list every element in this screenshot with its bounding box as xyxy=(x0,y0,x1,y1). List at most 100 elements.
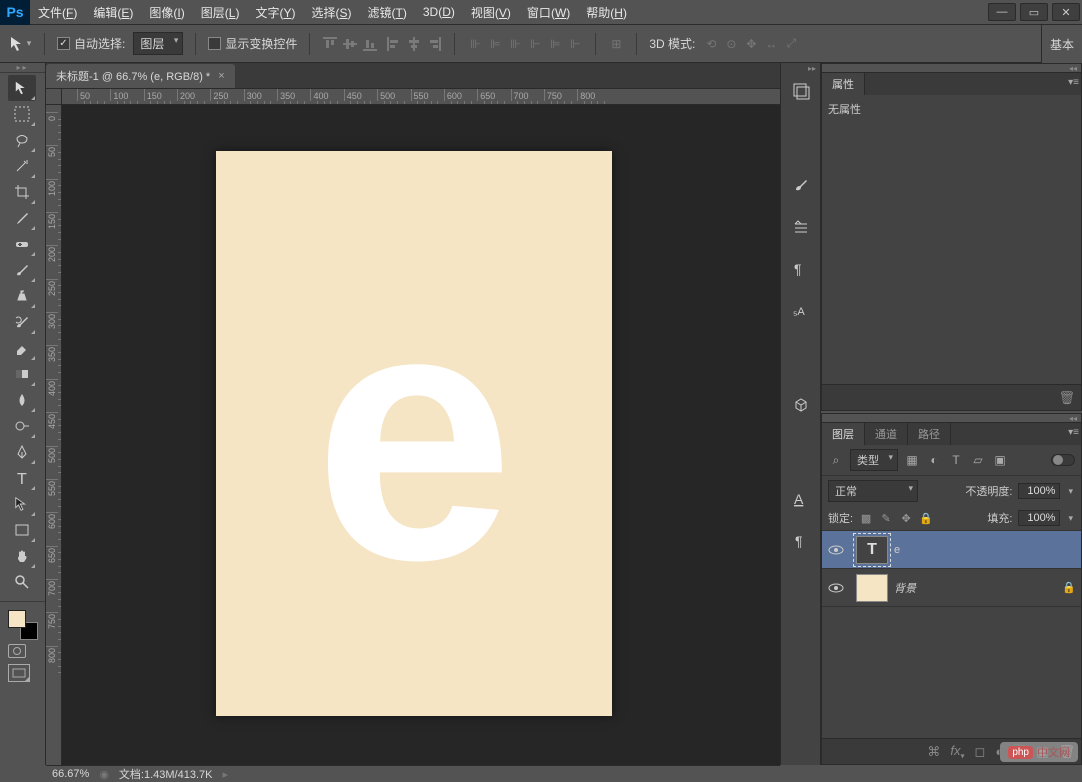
lock-transparent-icon[interactable]: ▩ xyxy=(859,512,873,525)
fill-dropdown-icon[interactable]: ▾ xyxy=(1066,511,1075,526)
layer-mask-icon[interactable]: ◻ xyxy=(975,744,986,760)
ruler-vertical[interactable]: 0501001502002503003504004505005506006507… xyxy=(46,105,62,765)
eyedropper-tool[interactable] xyxy=(8,205,36,231)
lock-pixels-icon[interactable]: ✎ xyxy=(879,512,893,525)
menu-window[interactable]: 窗口(W) xyxy=(519,0,578,25)
history-panel-icon[interactable] xyxy=(790,81,812,101)
filter-shape-icon[interactable]: ▱ xyxy=(970,452,986,468)
status-flyout-icon[interactable]: ▸ xyxy=(222,768,228,781)
toolbox-collapse-handle[interactable]: ▸▸ xyxy=(0,63,45,73)
brush-presets-panel-icon[interactable] xyxy=(790,217,812,237)
opacity-dropdown-icon[interactable]: ▾ xyxy=(1066,484,1075,499)
filter-toggle[interactable] xyxy=(1051,454,1075,466)
crop-tool[interactable] xyxy=(8,179,36,205)
status-icon[interactable]: ◉ xyxy=(99,768,109,781)
ruler-horizontal[interactable]: 5010015020025030035040045050055060065070… xyxy=(62,89,780,105)
3d-panel-icon[interactable] xyxy=(790,395,812,415)
auto-select-mode-dropdown[interactable]: 图层 xyxy=(133,32,183,55)
filter-adjustment-icon[interactable]: ◐ xyxy=(926,452,942,468)
menu-edit[interactable]: 编辑(E) xyxy=(85,0,141,25)
svg-text:A: A xyxy=(794,491,804,507)
screen-mode-toggle[interactable] xyxy=(8,664,30,682)
filter-search-icon[interactable]: ⌕ xyxy=(828,452,844,468)
minimize-button[interactable]: — xyxy=(988,3,1016,21)
layers-tab[interactable]: 图层 xyxy=(822,422,865,445)
filter-type-dropdown[interactable]: 类型 xyxy=(850,449,898,471)
filter-type-icon[interactable]: T xyxy=(948,452,964,468)
auto-select-checkbox[interactable]: 自动选择: xyxy=(57,35,125,52)
properties-menu-icon[interactable]: ▾≡ xyxy=(1068,77,1079,88)
color-swatches[interactable] xyxy=(8,610,38,640)
menu-help[interactable]: 帮助(H) xyxy=(578,0,635,25)
dodge-tool[interactable] xyxy=(8,413,36,439)
text-object-e[interactable]: e xyxy=(314,254,514,614)
blur-tool[interactable] xyxy=(8,387,36,413)
menu-filter[interactable]: 滤镜(T) xyxy=(360,0,415,25)
maximize-button[interactable]: ▭ xyxy=(1020,3,1048,21)
strip-collapse-handle[interactable]: ▸▸ xyxy=(781,63,820,73)
visibility-toggle[interactable] xyxy=(822,583,850,593)
zoom-level[interactable]: 66.67% xyxy=(52,768,89,780)
paragraph-panel-icon-2[interactable]: ¶ xyxy=(790,531,812,551)
type-tool[interactable]: T xyxy=(8,465,36,491)
zoom-tool[interactable] xyxy=(8,569,36,595)
pen-tool[interactable] xyxy=(8,439,36,465)
rectangle-tool[interactable] xyxy=(8,517,36,543)
lasso-tool[interactable] xyxy=(8,127,36,153)
brush-tool[interactable] xyxy=(8,257,36,283)
hand-tool[interactable] xyxy=(8,543,36,569)
close-tab-icon[interactable]: × xyxy=(218,70,224,82)
filter-pixel-icon[interactable]: ▦ xyxy=(904,452,920,468)
menu-file[interactable]: 文件(F) xyxy=(30,0,85,25)
magic-wand-tool[interactable] xyxy=(8,153,36,179)
menu-type[interactable]: 文字(Y) xyxy=(247,0,303,25)
link-layers-icon[interactable]: ⌘ xyxy=(927,744,940,760)
blend-opacity-row: 正常 不透明度: 100% ▾ xyxy=(822,476,1081,506)
delete-icon[interactable]: 🗑 xyxy=(1058,390,1075,406)
close-button[interactable]: ✕ xyxy=(1052,3,1080,21)
move-tool[interactable] xyxy=(8,75,36,101)
opacity-field[interactable]: 100% xyxy=(1018,483,1060,499)
lock-position-icon[interactable]: ✥ xyxy=(899,512,913,525)
layers-menu-icon[interactable]: ▾≡ xyxy=(1068,427,1079,438)
show-transform-checkbox[interactable]: 显示变换控件 xyxy=(208,35,297,52)
marquee-tool[interactable] xyxy=(8,101,36,127)
menu-3d[interactable]: 3D(D) xyxy=(415,1,463,23)
history-brush-tool[interactable] xyxy=(8,309,36,335)
canvas-area[interactable]: 5010015020025030035040045050055060065070… xyxy=(46,89,780,765)
artboard[interactable]: e xyxy=(216,151,612,716)
quickmask-toggle[interactable] xyxy=(8,644,26,658)
character-styles-icon[interactable]: ₅A xyxy=(790,301,812,321)
menu-view[interactable]: 视图(V) xyxy=(463,0,519,25)
layer-name[interactable]: e xyxy=(894,544,1081,556)
fill-field[interactable]: 100% xyxy=(1018,510,1060,526)
blend-mode-dropdown[interactable]: 正常 xyxy=(828,480,918,502)
document-tab[interactable]: 未标题-1 @ 66.7% (e, RGB/8) * × xyxy=(46,64,235,88)
filter-smartobj-icon[interactable]: ▣ xyxy=(992,452,1008,468)
workspace-switcher[interactable]: 基本 xyxy=(1041,25,1082,63)
paths-tab[interactable]: 路径 xyxy=(908,422,951,445)
clone-stamp-tool[interactable] xyxy=(8,283,36,309)
menu-image[interactable]: 图像(I) xyxy=(141,0,192,25)
ruler-origin[interactable] xyxy=(46,89,62,105)
layer-style-icon[interactable]: fx▾ xyxy=(950,743,964,761)
brush-panel-icon[interactable] xyxy=(790,175,812,195)
properties-tab[interactable]: 属性 xyxy=(822,72,865,95)
path-selection-tool[interactable] xyxy=(8,491,36,517)
layer-item-text[interactable]: T e xyxy=(822,531,1081,569)
layer-name[interactable]: 背景 xyxy=(894,580,1057,596)
menu-layer[interactable]: 图层(L) xyxy=(193,0,248,25)
channels-tab[interactable]: 通道 xyxy=(865,422,908,445)
paragraph-panel-icon[interactable]: ¶ xyxy=(790,259,812,279)
gradient-tool[interactable] xyxy=(8,361,36,387)
lock-all-icon[interactable]: 🔒 xyxy=(919,512,933,525)
eraser-tool[interactable] xyxy=(8,335,36,361)
layer-item-background[interactable]: 背景 🔒 xyxy=(822,569,1081,607)
healing-brush-tool[interactable] xyxy=(8,231,36,257)
character-panel-icon[interactable]: A xyxy=(790,489,812,509)
layer-thumb-text: T xyxy=(856,536,888,564)
foreground-color[interactable] xyxy=(8,610,26,628)
doc-info[interactable]: 文档:1.43M/413.7K xyxy=(119,766,213,782)
menu-select[interactable]: 选择(S) xyxy=(303,0,359,25)
visibility-toggle[interactable] xyxy=(822,545,850,555)
